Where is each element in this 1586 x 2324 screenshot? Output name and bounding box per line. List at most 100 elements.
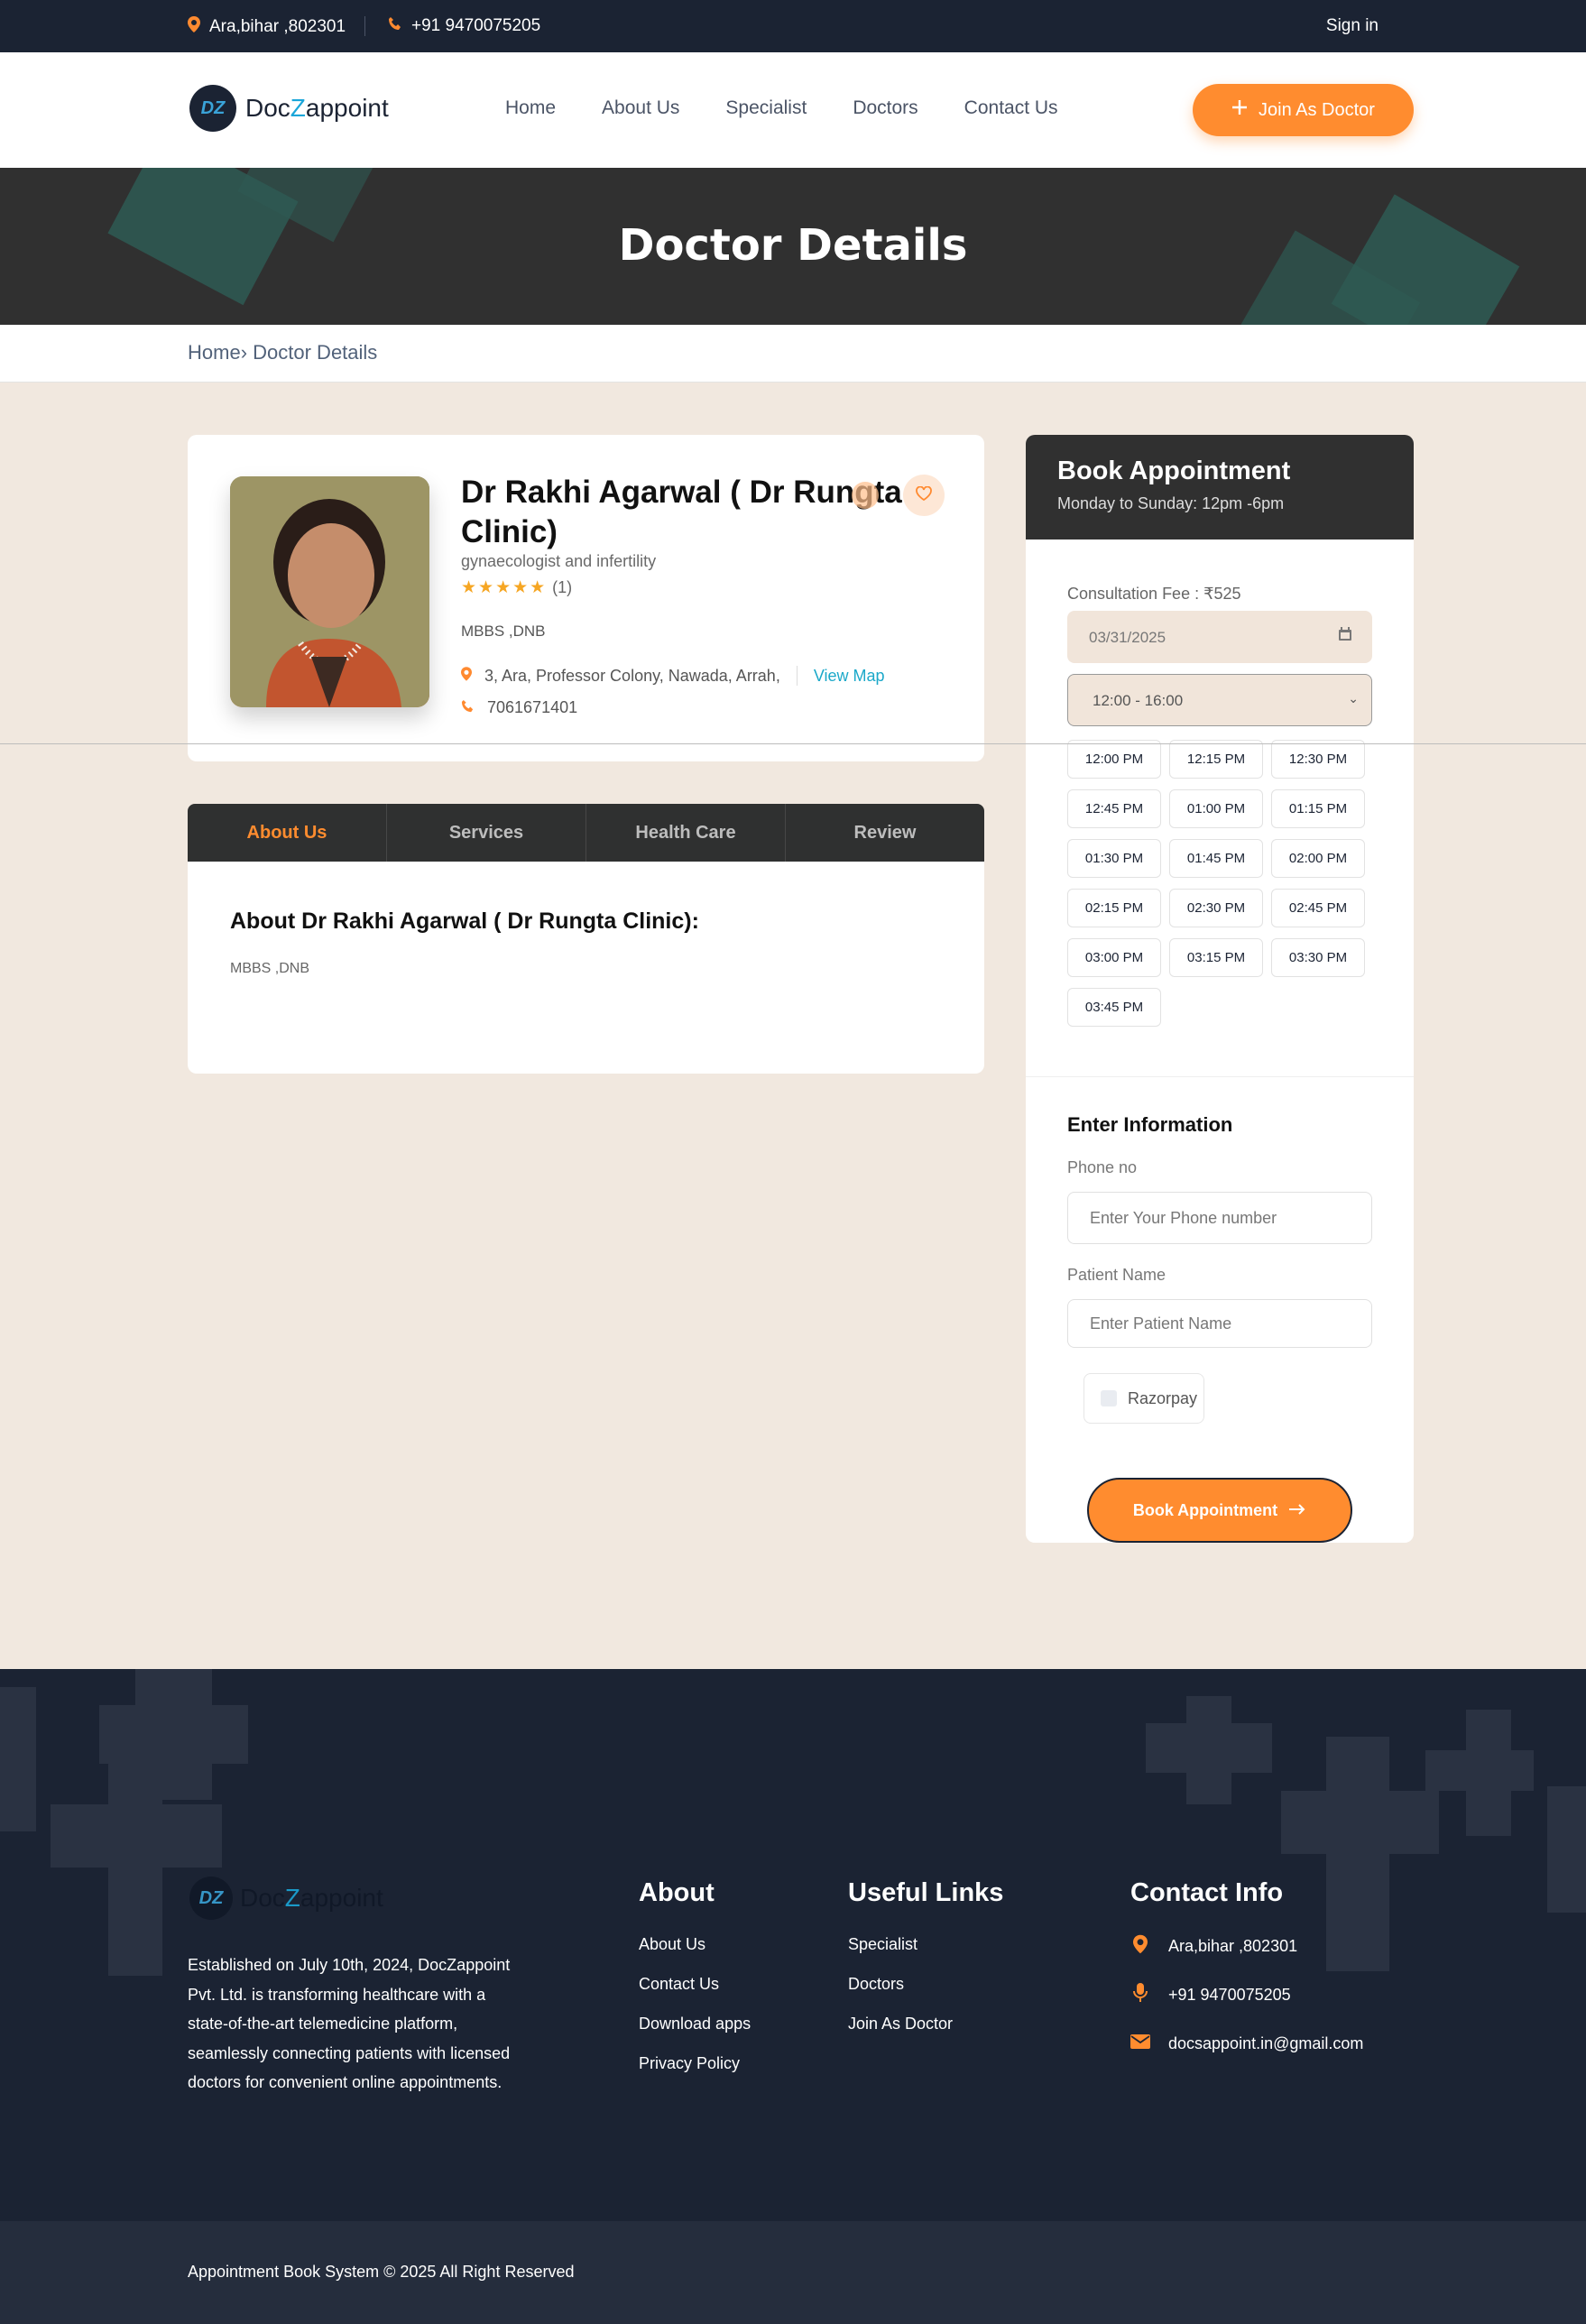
time-slot[interactable]: 03:30 PM	[1271, 938, 1365, 977]
book-appointment-label: Book Appointment	[1132, 1500, 1278, 1519]
map-pin-icon	[188, 16, 200, 38]
footer-about-column: About About Us Contact Us Download apps …	[639, 1878, 751, 2094]
main-header: DZ DocZappoint Home About Us Specialist …	[0, 52, 1586, 168]
doctor-portrait-image	[230, 476, 429, 707]
top-phone-text: +91 9470075205	[411, 16, 541, 35]
nav-about-us[interactable]: About Us	[602, 97, 679, 119]
decorative-cross	[0, 1687, 36, 1831]
main-nav: Home About Us Specialist Doctors Contact…	[505, 97, 1058, 119]
time-slot[interactable]: 01:45 PM	[1169, 839, 1263, 878]
logo-mark: DZ	[189, 1877, 233, 1920]
sign-in-link[interactable]: Sign in	[1326, 16, 1379, 36]
nav-contact-us[interactable]: Contact Us	[964, 97, 1058, 119]
tab-about-us[interactable]: About Us	[188, 804, 387, 862]
patient-name-input[interactable]: Enter Patient Name	[1067, 1299, 1372, 1348]
footer-link[interactable]: Download apps	[639, 2015, 751, 2036]
top-phone[interactable]: +91 9470075205	[388, 16, 540, 36]
map-pin-icon	[1130, 1934, 1150, 1959]
footer-contact-email[interactable]: docsappoint.in@gmail.com	[1130, 2033, 1363, 2054]
breadcrumb-current: Doctor Details	[253, 341, 378, 364]
booking-panel: Consultation Fee : ₹525 03/31/2025 12:00…	[1026, 540, 1414, 1543]
razorpay-option[interactable]: Razorpay	[1083, 1373, 1204, 1424]
time-slot[interactable]: 02:45 PM	[1271, 889, 1365, 927]
time-slot[interactable]: 03:00 PM	[1067, 938, 1161, 977]
consultation-fee: Consultation Fee : ₹525	[1067, 585, 1241, 603]
time-slot[interactable]: 02:15 PM	[1067, 889, 1161, 927]
footer-contact-column: Contact Info Ara,bihar ,802301 +91 94700…	[1130, 1878, 1363, 2081]
decorative-cross	[1281, 1791, 1439, 1854]
breadcrumb-home[interactable]: Home	[188, 341, 241, 364]
nav-specialist[interactable]: Specialist	[725, 97, 807, 119]
about-heading: About Dr Rakhi Agarwal ( Dr Rungta Clini…	[230, 908, 699, 934]
view-map-link[interactable]: View Map	[814, 667, 885, 686]
time-slot[interactable]: 12:30 PM	[1271, 740, 1365, 779]
logo-text: DocZappoint	[245, 94, 389, 122]
time-slot[interactable]: 03:45 PM	[1067, 988, 1161, 1027]
booking-header: Book Appointment Monday to Sunday: 12pm …	[1026, 435, 1414, 540]
time-slot[interactable]: 01:15 PM	[1271, 789, 1365, 828]
phone-input[interactable]: Enter Your Phone number	[1067, 1192, 1372, 1244]
divider	[796, 666, 798, 686]
tab-review[interactable]: Review	[786, 804, 984, 862]
patient-name-label: Patient Name	[1067, 1266, 1166, 1284]
footer-contact-address: Ara,bihar ,802301	[1130, 1934, 1363, 1959]
time-range-value: 12:00 - 16:00	[1093, 692, 1184, 709]
time-slot[interactable]: 12:45 PM	[1067, 789, 1161, 828]
razorpay-checkbox[interactable]	[1101, 1390, 1117, 1406]
envelope-icon	[1130, 2034, 1150, 2053]
razorpay-label: Razorpay	[1128, 1388, 1198, 1407]
time-slot[interactable]: 02:00 PM	[1271, 839, 1365, 878]
footer-link[interactable]: Privacy Policy	[639, 2054, 751, 2076]
footer-useful-heading: Useful Links	[848, 1878, 1004, 1907]
footer-link[interactable]: Contact Us	[639, 1975, 751, 1997]
book-appointment-button[interactable]: Book Appointment	[1087, 1478, 1352, 1543]
phone-icon	[388, 16, 402, 36]
time-range-select[interactable]: 12:00 - 16:00 ⌄	[1067, 674, 1372, 726]
time-slot[interactable]: 01:30 PM	[1067, 839, 1161, 878]
time-slot[interactable]: 12:00 PM	[1067, 740, 1161, 779]
microphone-icon	[1130, 1982, 1150, 2007]
site-logo[interactable]: DZ DocZappoint	[189, 85, 389, 132]
time-slot[interactable]: 01:00 PM	[1169, 789, 1263, 828]
footer: DZ DocZappoint Established on July 10th,…	[0, 1669, 1586, 2221]
about-text: MBBS ,DNB	[230, 961, 310, 976]
tab-services[interactable]: Services	[387, 804, 586, 862]
doctor-tabs: About Us Services Health Care Review	[188, 804, 984, 862]
doctor-phone-text: 7061671401	[487, 698, 578, 716]
footer-about-heading: About	[639, 1878, 715, 1907]
breadcrumb: Home› Doctor Details	[188, 341, 377, 364]
join-as-doctor-button[interactable]: Join As Doctor	[1193, 84, 1414, 136]
booking-title: Book Appointment	[1057, 456, 1291, 485]
calendar-icon	[1338, 627, 1352, 646]
about-panel: About Dr Rakhi Agarwal ( Dr Rungta Clini…	[188, 862, 984, 1074]
breadcrumb-bar: Home› Doctor Details	[0, 325, 1586, 383]
date-value: 03/31/2025	[1089, 629, 1166, 646]
nav-doctors[interactable]: Doctors	[853, 97, 917, 119]
page-title: Doctor Details	[618, 220, 968, 271]
favorite-button[interactable]	[903, 475, 945, 516]
logo-text: DocZappoint	[240, 1884, 383, 1912]
page-banner: Doctor Details	[0, 168, 1586, 325]
doctor-specialty: gynaecologist and infertility	[461, 552, 657, 570]
date-input[interactable]: 03/31/2025	[1067, 611, 1372, 663]
doctor-degree: MBBS ,DNB	[461, 622, 546, 640]
time-slot[interactable]: 12:15 PM	[1169, 740, 1263, 779]
copyright-bar: Appointment Book System © 2025 All Right…	[0, 2221, 1586, 2324]
doctor-address: 3, Ara, Professor Colony, Nawada, Arrah,…	[461, 666, 885, 686]
footer-link[interactable]: Doctors	[848, 1975, 1003, 1997]
heart-icon	[916, 485, 932, 506]
footer-link[interactable]: Join As Doctor	[848, 2015, 1003, 2036]
footer-contact-phone[interactable]: +91 9470075205	[1130, 1982, 1363, 2007]
tab-health-care[interactable]: Health Care	[586, 804, 786, 862]
footer-link[interactable]: Specialist	[848, 1935, 1003, 1957]
time-slot[interactable]: 03:15 PM	[1169, 938, 1263, 977]
share-badge	[852, 482, 879, 509]
footer-link[interactable]: About Us	[639, 1935, 751, 1957]
divider	[0, 743, 1586, 744]
booking-hours: Monday to Sunday: 12pm -6pm	[1057, 494, 1285, 512]
footer-logo[interactable]: DZ DocZappoint	[189, 1877, 383, 1920]
nav-home[interactable]: Home	[505, 97, 556, 119]
time-slot[interactable]: 02:30 PM	[1169, 889, 1263, 927]
info-heading: Enter Information	[1067, 1113, 1233, 1136]
copyright-text: Appointment Book System © 2025 All Right…	[188, 2263, 575, 2281]
